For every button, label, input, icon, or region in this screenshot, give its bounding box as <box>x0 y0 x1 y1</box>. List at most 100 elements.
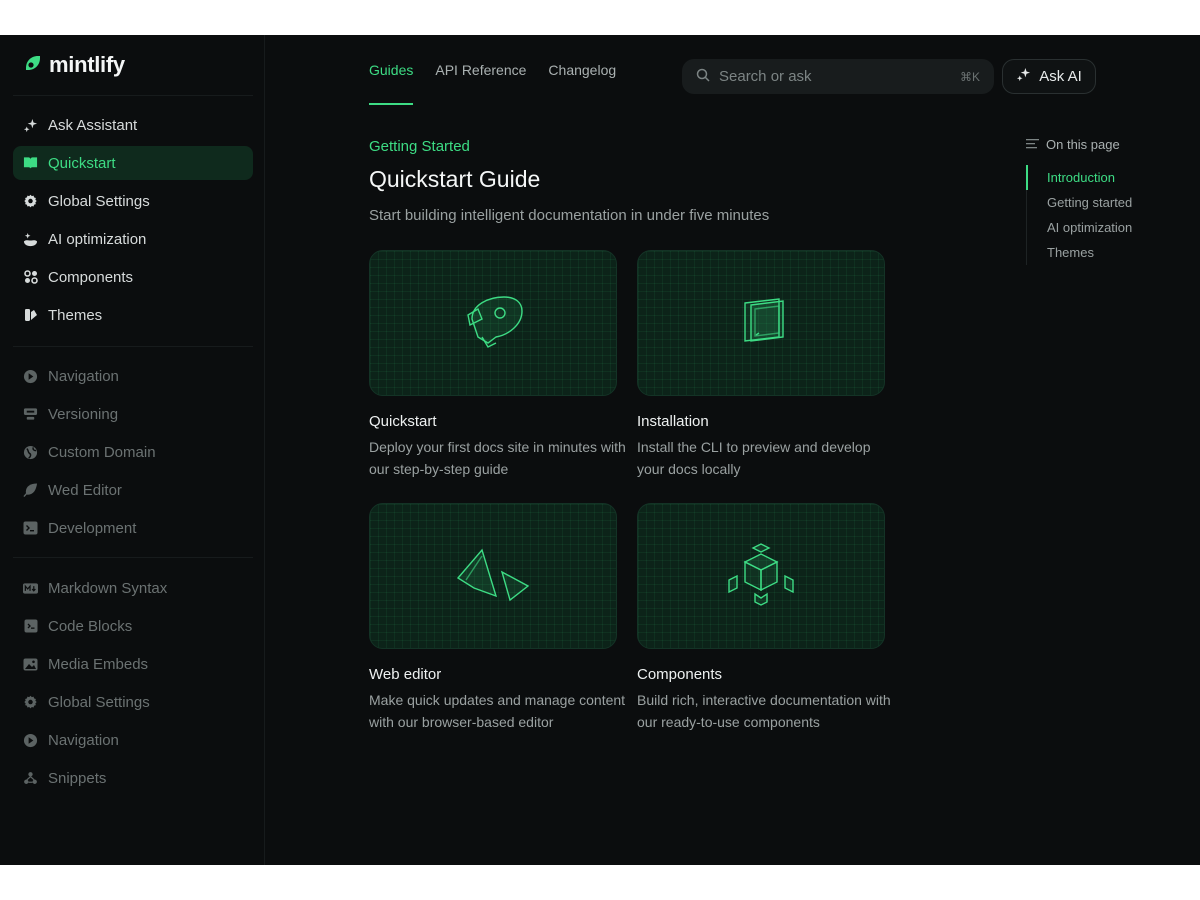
section-eyebrow: Getting Started <box>369 138 470 155</box>
navigation-icon <box>23 369 38 384</box>
sidebar-item-snippets[interactable]: Snippets <box>13 761 253 795</box>
sidebar-group-tertiary: Markdown Syntax Code Blocks Media Embeds… <box>13 571 253 799</box>
card-art[interactable] <box>369 250 617 396</box>
toc-list: Introduction Getting started AI optimiza… <box>1026 165 1186 265</box>
card-description: Build rich, interactive documentation wi… <box>637 692 891 730</box>
sparkle-icon <box>1016 67 1031 86</box>
card-title: Web editor <box>369 666 442 683</box>
markdown-icon <box>23 581 38 596</box>
search-placeholder: Search or ask <box>719 68 812 85</box>
card-art[interactable] <box>369 503 617 649</box>
sidebar-item-label: Global Settings <box>48 693 150 711</box>
sidebar-item-ask-assistant[interactable]: Ask Assistant <box>13 108 253 142</box>
sidebar-item-global-settings-2[interactable]: Global Settings <box>13 685 253 719</box>
card-title: Components <box>637 666 723 683</box>
card-installation[interactable]: Installation Install the CLI to preview … <box>637 250 885 480</box>
table-of-contents: On this page Introduction Getting starte… <box>1026 135 1186 265</box>
sidebar-item-global-settings[interactable]: Global Settings <box>13 184 253 218</box>
card-description: Install the CLI to preview and develop y… <box>637 439 871 477</box>
snippets-icon <box>23 771 38 786</box>
sidebar-item-custom-domain[interactable]: Custom Domain <box>13 435 253 469</box>
card-web-editor[interactable]: Web editor Make quick updates and manage… <box>369 503 625 733</box>
card-title: Quickstart <box>369 413 437 430</box>
sidebar-item-label: Navigation <box>48 367 119 385</box>
ai-sparkles-icon <box>23 232 38 247</box>
sidebar-item-label: Ask Assistant <box>48 116 138 134</box>
tab-changelog[interactable]: Changelog <box>548 35 616 105</box>
search-input[interactable]: Search or ask ⌘K <box>682 59 994 94</box>
toc-heading: On this page <box>1026 135 1186 153</box>
components-icon <box>23 270 38 285</box>
ask-ai-label: Ask AI <box>1039 68 1082 85</box>
book-icon <box>23 156 38 171</box>
card-quickstart[interactable]: Quickstart Deploy your first docs site i… <box>369 250 626 480</box>
sidebar-item-navigation[interactable]: Navigation <box>13 359 253 393</box>
sidebar-item-wed-editor[interactable]: Wed Editor <box>13 473 253 507</box>
sidebar-item-label: Components <box>48 268 134 286</box>
sidebar-item-media-embeds[interactable]: Media Embeds <box>13 647 253 681</box>
search-shortcut: ⌘K <box>959 69 980 84</box>
app-frame: mintlify Ask Assistant Quickstart Global… <box>0 35 1200 865</box>
sidebar-item-label: Media Embeds <box>48 655 149 673</box>
sidebar-item-label: Quickstart <box>48 154 116 172</box>
sidebar-item-markdown-syntax[interactable]: Markdown Syntax <box>13 571 253 605</box>
rocket-icon <box>458 291 528 356</box>
sidebar-item-label: Development <box>48 519 137 537</box>
image-icon <box>23 657 38 672</box>
ask-ai-button[interactable]: Ask AI <box>1002 59 1096 94</box>
tab-api-reference[interactable]: API Reference <box>435 35 526 105</box>
card-description: Deploy your first docs site in minutes w… <box>369 439 626 477</box>
globe-icon <box>23 445 38 460</box>
sidebar-item-themes[interactable]: Themes <box>13 298 253 332</box>
toc-item-themes[interactable]: Themes <box>1027 240 1186 265</box>
sidebar-item-label: Markdown Syntax <box>48 579 168 597</box>
logo[interactable]: mintlify <box>23 52 125 78</box>
palette-icon <box>23 308 38 323</box>
leaf-icon <box>23 483 38 498</box>
toc-item-getting-started[interactable]: Getting started <box>1027 190 1186 215</box>
sidebar-item-label: Themes <box>48 306 103 324</box>
gear-icon <box>23 695 38 710</box>
versioning-icon <box>23 407 38 422</box>
sidebar-item-development[interactable]: Development <box>13 511 253 545</box>
sidebar-item-quickstart[interactable]: Quickstart <box>13 146 253 180</box>
page-subtitle: Start building intelligent documentation… <box>369 207 770 224</box>
code-icon <box>23 619 38 634</box>
sidebar-item-label: Code Blocks <box>48 617 133 635</box>
gear-icon <box>23 194 38 209</box>
card-art[interactable] <box>637 503 885 649</box>
sidebar-group-secondary: Navigation Versioning Custom Domain Wed … <box>13 359 253 549</box>
logo-text: mintlify <box>49 52 125 77</box>
sidebar-item-versioning[interactable]: Versioning <box>13 397 253 431</box>
blocks-icon <box>725 542 797 611</box>
toc-item-ai-optimization[interactable]: AI optimization <box>1027 215 1186 240</box>
cursor-shapes-icon <box>448 542 538 611</box>
sparkle-icon <box>23 118 38 133</box>
sidebar-item-navigation-2[interactable]: Navigation <box>13 723 253 757</box>
sidebar-item-components[interactable]: Components <box>13 260 253 294</box>
terminal-icon <box>23 521 38 536</box>
tab-guides[interactable]: Guides <box>369 35 414 105</box>
top-tabs: Guides API Reference Changelog <box>369 35 616 105</box>
toc-item-introduction[interactable]: Introduction <box>1026 165 1186 190</box>
search-icon <box>696 68 710 86</box>
sidebar-item-label: Navigation <box>48 731 119 749</box>
mintlify-logo-icon <box>23 53 43 78</box>
sidebar-item-ai-optimization[interactable]: AI optimization <box>13 222 253 256</box>
sidebar-group-primary: Ask Assistant Quickstart Global Settings… <box>13 108 253 336</box>
sidebar-item-label: Custom Domain <box>48 443 156 461</box>
page-title: Quickstart Guide <box>369 166 541 192</box>
sidebar-item-label: Wed Editor <box>48 481 122 499</box>
sidebar-item-code-blocks[interactable]: Code Blocks <box>13 609 253 643</box>
sidebar-divider <box>13 557 253 558</box>
toc-heading-label: On this page <box>1046 136 1120 152</box>
sidebar-divider <box>13 346 253 347</box>
sidebar: mintlify Ask Assistant Quickstart Global… <box>0 35 265 865</box>
sidebar-item-label: Global Settings <box>48 192 150 210</box>
card-components[interactable]: Components Build rich, interactive docum… <box>637 503 891 733</box>
card-art[interactable] <box>637 250 885 396</box>
sidebar-item-label: Versioning <box>48 405 119 423</box>
sidebar-divider <box>13 95 253 96</box>
navigation-icon <box>23 733 38 748</box>
card-title: Installation <box>637 413 709 430</box>
